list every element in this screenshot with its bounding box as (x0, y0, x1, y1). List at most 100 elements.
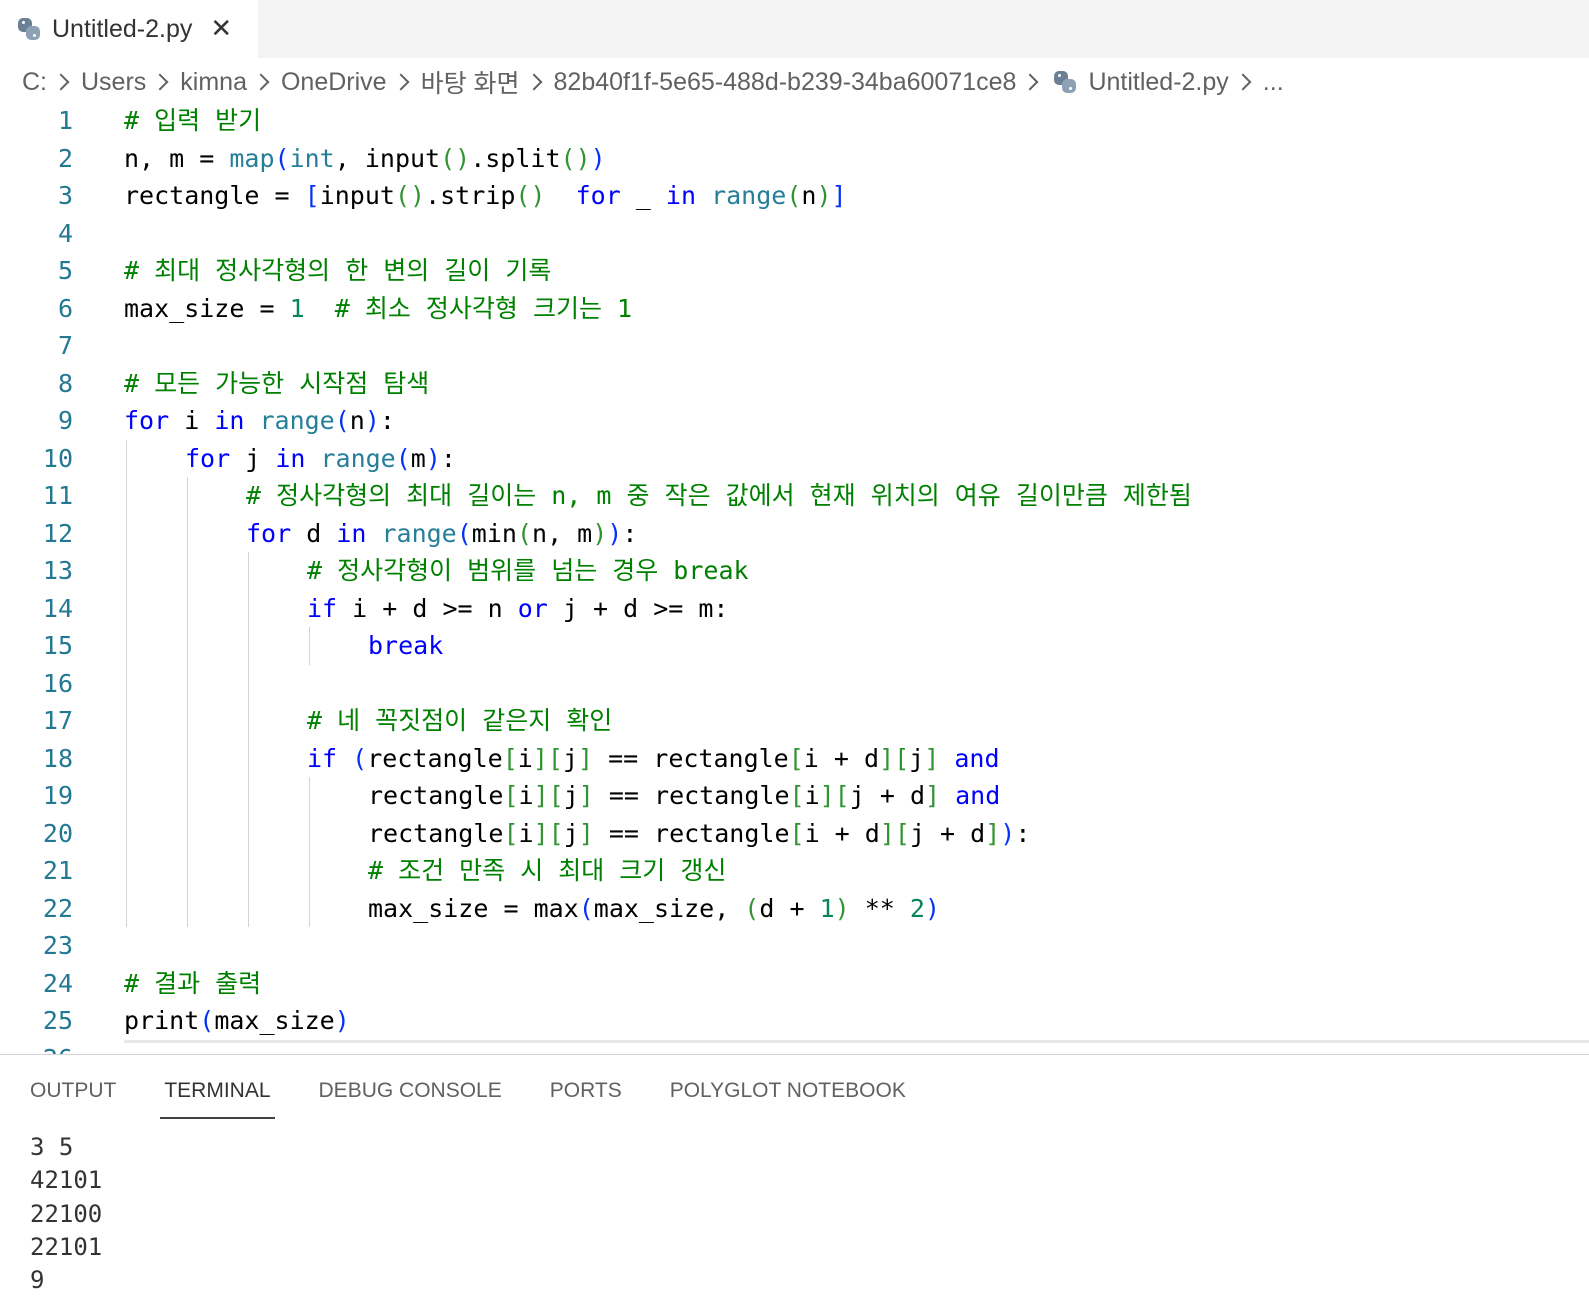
code-line[interactable]: 6 max_size = 1 # 최소 정사각형 크기는 1 (0, 290, 1589, 328)
indent-guide (309, 777, 310, 815)
code-token: ( (744, 893, 760, 923)
code-token: ] (925, 781, 941, 810)
panel-tab-terminal[interactable]: TERMINAL (160, 1077, 275, 1119)
code-line[interactable]: 26 (0, 1040, 1589, 1055)
code-token: and (954, 743, 1000, 773)
code-line[interactable]: 12 for d in range(min(n, m)): (0, 515, 1589, 553)
panel-tabs: OUTPUT TERMINAL DEBUG CONSOLE PORTS POLYGLOT… (30, 1077, 954, 1119)
indent-guide (187, 889, 188, 927)
panel-tab-ports[interactable]: PORTS (550, 1077, 622, 1117)
indent-guide (187, 702, 188, 740)
terminal-output[interactable]: 3 5 42101 22100 22101 9 (30, 1131, 102, 1297)
code-line[interactable]: 25 print(max_size) (0, 1002, 1589, 1040)
indent-guide (126, 814, 127, 852)
code-token: ( (456, 518, 472, 548)
code-token: ) (425, 443, 441, 473)
code-line[interactable]: 17 # 네 꼭짓점이 같은지 확인 (0, 702, 1589, 740)
indent-guide (187, 739, 188, 777)
code-line[interactable]: 10 for j in range(m): (0, 440, 1589, 478)
indent-guide (248, 777, 249, 815)
code-token: n (801, 181, 817, 210)
code-line[interactable]: 14 if i + d >= n or j + d >= m: (0, 590, 1589, 628)
code-line[interactable]: 1 # 입력 받기 (0, 102, 1589, 140)
tab-label: Untitled-2.py (52, 14, 193, 43)
panel-tab-polyglot-notebook[interactable]: POLYGLOT NOTEBOOK (670, 1077, 906, 1117)
code-token: # 조건 만족 시 최대 크기 갱신 (368, 856, 727, 885)
indent-guide (248, 702, 249, 740)
code-token: for (124, 406, 170, 435)
code-line[interactable]: 19 rectangle[i][j] == rectangle[i][j + d]… (0, 777, 1589, 815)
breadcrumb-item[interactable]: Untitled-2.py (1088, 68, 1228, 97)
line-number: 2 (57, 143, 73, 173)
code-token: i (517, 743, 533, 773)
breadcrumb-item[interactable]: 82b40f1f-5e65-488d-b239-34ba60071ce8 (554, 68, 1017, 97)
breadcrumb-item[interactable]: OneDrive (281, 68, 387, 97)
code-line[interactable]: 9 for i in range(n): (0, 402, 1589, 440)
code-token: ( (334, 406, 350, 435)
code-text: n, m = map(int, input().split()) (124, 140, 606, 178)
code-line[interactable]: 2 n, m = map(int, input().split()) (0, 140, 1589, 178)
line-number: 7 (57, 331, 73, 360)
code-line[interactable]: 23 (0, 927, 1589, 965)
code-token: # 입력 받기 (124, 106, 262, 135)
breadcrumb-item[interactable]: kimna (180, 68, 247, 97)
code-text: # 정사각형이 범위를 넘는 경우 break (307, 552, 749, 590)
code-text: for i in range(n): (124, 402, 395, 440)
code-line[interactable]: 21 # 조건 만족 시 최대 크기 갱신 (0, 852, 1589, 890)
breadcrumb-item[interactable]: Users (81, 68, 146, 97)
code-token: ) (334, 1006, 350, 1035)
code-token: i + d (804, 818, 880, 848)
code-token: 1 (819, 893, 835, 923)
code-token: () (515, 181, 546, 210)
code-line[interactable]: 18 if (rectangle[i][j] == rectangle[i + d… (0, 740, 1589, 778)
chevron-right-icon (1021, 73, 1039, 91)
breadcrumb-item[interactable]: 바탕 화면 (421, 64, 520, 100)
bottom-panel: OUTPUT TERMINAL DEBUG CONSOLE PORTS POLYGLOT… (0, 1054, 1589, 1314)
terminal-line: 42101 (30, 1166, 103, 1195)
code-line[interactable]: 5 # 최대 정사각형의 한 변의 길이 기록 (0, 252, 1589, 290)
code-token: rectangle (368, 818, 504, 848)
code-line[interactable]: 22 max_size = max(max_size, (d + 1) ** 2) (0, 890, 1589, 928)
code-token: n (349, 406, 365, 435)
code-line[interactable]: 3 rectangle = [input().strip() for _ in r… (0, 177, 1589, 215)
line-number: 25 (42, 1006, 73, 1035)
code-token: # 최대 정사각형의 한 변의 길이 기록 (124, 256, 552, 285)
code-line[interactable]: 16 (0, 665, 1589, 703)
indent-guide (126, 514, 127, 552)
code-token: j (909, 743, 925, 773)
code-line[interactable]: 13 # 정사각형이 범위를 넘는 경우 break (0, 552, 1589, 590)
code-line[interactable]: 15 break (0, 627, 1589, 665)
code-editor[interactable]: 1 # 입력 받기 2 n, m = map(int, input().split()… (0, 102, 1589, 1054)
editor-tab-untitled-2[interactable]: Untitled-2.py ✕ (0, 0, 258, 58)
code-token: j (563, 818, 579, 848)
chevron-right-icon (525, 73, 543, 91)
code-line[interactable]: 20 rectangle[i][j] == rectangle[i + d][j … (0, 815, 1589, 853)
tab-bar: Untitled-2.py ✕ (0, 0, 1589, 58)
code-text: # 결과 출력 (124, 965, 261, 1003)
code-text: max_size = 1 # 최소 정사각형 크기는 1 (124, 290, 632, 328)
code-text: rectangle[i][j] == rectangle[i][j + d] a… (368, 777, 1000, 815)
code-token: : (440, 443, 456, 473)
breadcrumb-item[interactable]: ... (1263, 68, 1284, 97)
code-line[interactable]: 24 # 결과 출력 (0, 965, 1589, 1003)
code-token: rectangle (367, 743, 503, 773)
chevron-right-icon (52, 73, 70, 91)
chevron-right-icon (252, 73, 270, 91)
breadcrumb-item[interactable]: C: (22, 68, 47, 97)
code-token: range (244, 406, 335, 435)
code-line[interactable]: 4 (0, 215, 1589, 253)
code-token: break (368, 631, 444, 660)
indent-guide (126, 702, 127, 740)
code-token: ][ (879, 818, 910, 848)
code-token: j + d >= m: (547, 593, 729, 623)
panel-tab-output[interactable]: OUTPUT (30, 1077, 116, 1117)
close-icon[interactable]: ✕ (210, 16, 232, 42)
code-token: # 결과 출력 (124, 968, 262, 998)
code-text: print(max_size) (124, 1002, 350, 1040)
code-token: () (394, 181, 426, 210)
code-line[interactable]: 8 # 모든 가능한 시작점 탐색 (0, 365, 1589, 403)
code-line[interactable]: 11 # 정사각형의 최대 길이는 n, m 중 작은 값에서 현재 위치의 여유… (0, 477, 1589, 515)
panel-tab-debug-console[interactable]: DEBUG CONSOLE (319, 1077, 502, 1117)
code-line[interactable]: 7 (0, 327, 1589, 365)
